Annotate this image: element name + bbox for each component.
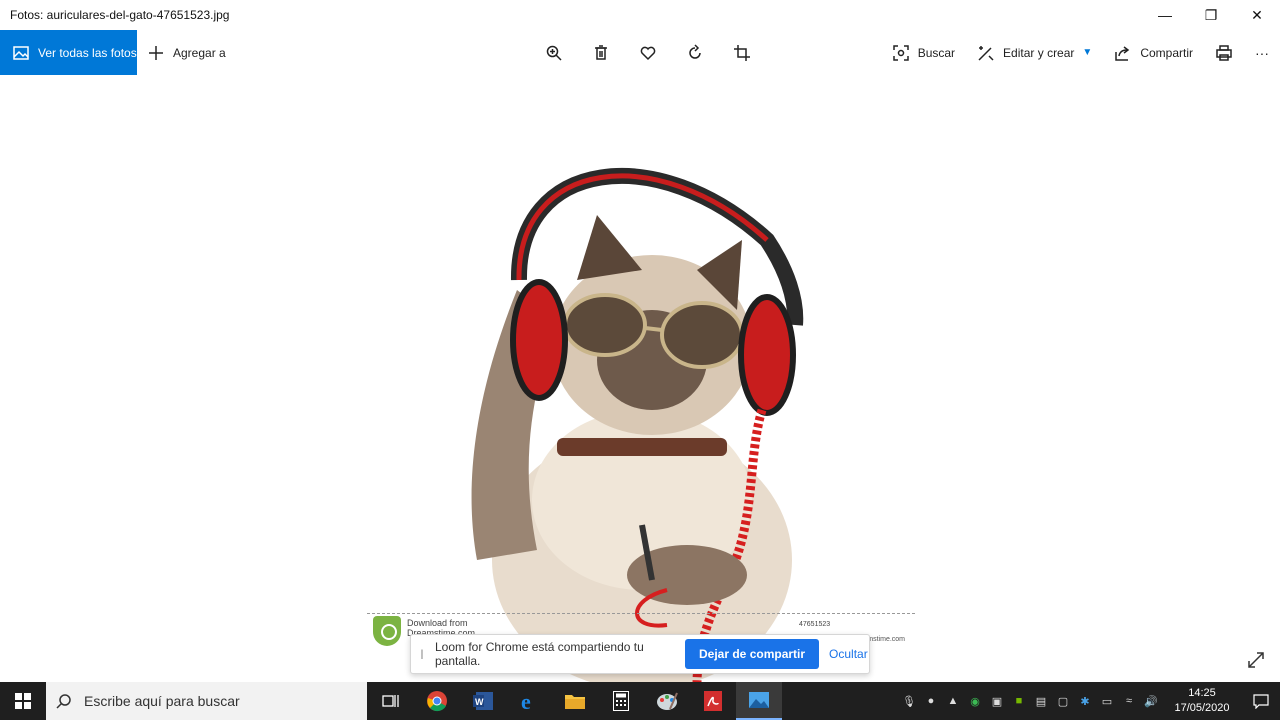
clock-time: 14:25 [1188,687,1216,699]
visual-search-icon [892,44,909,61]
window-controls: — ❐ ✕ [1142,0,1280,30]
taskbar-search-box[interactable]: Escribe aquí para buscar [46,682,367,720]
hide-banner-button[interactable]: Ocultar [819,647,868,661]
svg-text:W: W [475,697,484,707]
task-view-icon [382,695,399,707]
word-app[interactable]: W [460,682,506,720]
zoom-in-icon [546,45,562,61]
view-all-photos-label: Ver todas las fotos [38,45,137,60]
acrobat-app[interactable] [690,682,736,720]
windows-taskbar: Escribe aquí para buscar W e 🎙 ● ▲ ◉ ▣ ■… [0,682,1280,720]
notifications-button[interactable] [1242,682,1280,720]
chrome-icon [427,691,447,712]
credit-id-label: 47651523 [799,621,831,628]
start-button[interactable] [0,682,46,720]
pdf-icon [704,691,722,711]
paint-app[interactable] [644,682,690,720]
restore-button[interactable]: ❐ [1188,0,1234,30]
calculator-app[interactable] [598,682,644,720]
wifi-icon[interactable]: ≈ [1118,682,1140,720]
folder-icon [565,695,585,709]
pinned-apps: W e [368,682,782,720]
stop-sharing-button[interactable]: Dejar de compartir [685,639,820,669]
taskbar-search-placeholder: Escribe aquí para buscar [84,693,240,709]
cat-headphones-photo [471,167,804,682]
view-all-photos-button[interactable]: Ver todas las fotos [0,30,137,75]
chevron-down-icon: ▼ [1082,47,1093,58]
share-label: Compartir [1140,45,1193,60]
edit-create-icon [978,45,994,61]
windows-logo-icon [15,693,31,709]
print-button[interactable] [1204,30,1244,75]
clock[interactable]: 14:25 17/05/2020 [1162,686,1242,716]
image-viewer[interactable]: Download from Dreamstime.com 47651523 dr… [0,75,1280,682]
edit-create-button[interactable]: Editar y crear ▼ [966,30,1103,75]
calculator-icon [613,691,629,711]
chrome-app[interactable] [414,682,460,720]
plus-icon [149,45,163,60]
close-button[interactable]: ✕ [1234,0,1280,30]
search-label: Buscar [917,45,956,60]
search-button[interactable]: Buscar [881,30,966,75]
photo-gallery-icon [13,45,29,60]
toolbar: Ver todas las fotos Agregar a Buscar Edi… [0,30,1280,75]
svg-text:e: e [521,691,531,711]
delete-button[interactable] [577,30,624,75]
minimize-button[interactable]: — [1142,0,1188,30]
loom-sharing-banner: || Loom for Chrome está compartiendo tu … [410,634,870,674]
printer-icon [1216,44,1232,61]
task-view-button[interactable] [368,682,414,720]
favorite-button[interactable] [624,30,671,75]
edge-icon: e [521,691,531,711]
user-icon[interactable]: ▲ [942,682,964,720]
clock-date: 17/05/2020 [1174,702,1230,714]
edit-create-label: Editar y crear [1003,45,1075,60]
microphone-icon[interactable]: 🎙 [898,682,920,720]
add-to-button[interactable]: Agregar a [147,30,226,75]
battery-icon[interactable]: ▭ [1096,682,1118,720]
crop-icon [733,44,750,61]
word-icon: W [473,692,493,710]
edge-app[interactable]: e [506,682,552,720]
rotate-button[interactable] [671,30,718,75]
photos-app[interactable] [736,682,782,720]
add-to-label: Agregar a [173,45,226,60]
system-tray: 🎙 ● ▲ ◉ ▣ ■ ▤ ▢ ✱ ▭ ≈ 🔊 14:25 17/05/2020 [898,682,1280,720]
nvidia-icon[interactable]: ■ [1008,682,1030,720]
dreamstime-logo-icon [373,616,401,646]
mic-status-icon[interactable]: ● [920,682,942,720]
palette-icon [657,692,678,710]
search-icon [56,694,71,709]
storage-icon[interactable]: ▤ [1030,682,1052,720]
window-title: Fotos: auriculares-del-gato-47651523.jpg [10,8,230,22]
loom-message: Loom for Chrome está compartiendo tu pan… [435,640,644,668]
usb-icon[interactable]: ▢ [1052,682,1074,720]
toolbar-right: Buscar Editar y crear ▼ Compartir ··· [881,30,1280,75]
volume-icon[interactable]: 🔊 [1140,682,1162,720]
defender-icon[interactable]: ▣ [986,682,1008,720]
file-explorer-app[interactable] [552,682,598,720]
rotate-icon [688,43,701,59]
credit-download-label: Download from [407,618,468,628]
crop-button[interactable] [718,30,765,75]
trash-icon [594,44,607,60]
share-button[interactable]: Compartir [1103,30,1204,75]
image-tools [530,30,765,75]
notification-center-icon [1253,694,1269,709]
share-icon [1115,45,1130,61]
security-shield-icon[interactable]: ◉ [964,682,986,720]
fullscreen-expand-icon[interactable] [1246,650,1266,670]
more-options-button[interactable]: ··· [1244,30,1280,75]
bluetooth-icon[interactable]: ✱ [1074,682,1096,720]
photos-app-window: Fotos: auriculares-del-gato-47651523.jpg… [0,0,1280,682]
heart-icon [640,46,655,60]
drag-handle-icon[interactable]: || [411,649,431,660]
title-bar: Fotos: auriculares-del-gato-47651523.jpg… [0,0,1280,30]
zoom-button[interactable] [530,30,577,75]
photos-icon [749,692,769,708]
